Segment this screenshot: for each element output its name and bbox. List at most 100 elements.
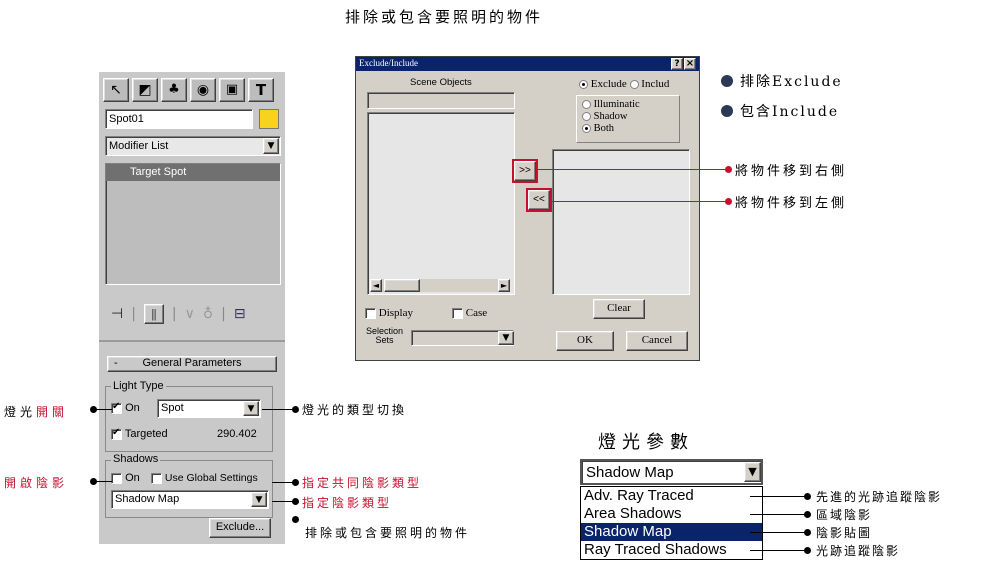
illuminate-mode-options: Illuminatic Shadow Both [582, 99, 640, 135]
shadow-option-item[interactable]: Area Shadows [581, 505, 762, 523]
shadow-type-value: Shadow Map [115, 493, 180, 505]
modify-tab-icon[interactable]: ◩ [132, 78, 158, 102]
exclude-radio[interactable]: Exclude Includ [579, 78, 669, 90]
case-checkbox[interactable]: Case [452, 307, 487, 319]
pointer-dot [804, 529, 811, 536]
shadow-option-item[interactable]: Shadow Map [581, 523, 762, 541]
utilities-tab-icon[interactable]: T [248, 78, 274, 102]
shadow-map-arrow-icon[interactable]: ▼ [744, 462, 761, 482]
use-global-settings-checkbox[interactable]: Use Global Settings [151, 472, 258, 484]
help-icon[interactable]: ? [671, 58, 683, 70]
pointer-dot [725, 198, 732, 205]
both-radio[interactable]: Both [582, 123, 640, 135]
pointer-line [536, 169, 728, 170]
scene-objects-filter-input[interactable] [367, 92, 515, 109]
close-icon[interactable]: × [684, 58, 696, 70]
move-right-annotation: 將物件移到右側 [735, 164, 848, 179]
move-left-annotation: 將物件移到左側 [735, 196, 848, 211]
move-right-button[interactable]: >> [512, 159, 538, 183]
modifier-stack: Target Spot [105, 163, 281, 285]
make-unique-icon[interactable]: ∨ [185, 306, 195, 322]
shadow-option-item[interactable]: Ray Traced Shadows [581, 541, 762, 559]
exclude-annotation: 排除Exclude [740, 74, 843, 90]
targeted-label: Targeted [124, 428, 168, 440]
shadow-option-item[interactable]: Adv. Ray Traced [581, 487, 762, 505]
shadow-type-dropdown[interactable]: Shadow Map [111, 490, 269, 509]
shadow-option-annotation: 陰影貼圖 [816, 526, 873, 540]
exclude-radio-icon [579, 79, 588, 89]
modifier-list-arrow-icon[interactable]: ▼ [263, 138, 279, 154]
shadow-radio[interactable]: Shadow [582, 111, 640, 123]
light-type-group-label: Light Type [111, 380, 166, 392]
light-type-switch-annotation: 燈光的類型切換 [302, 403, 408, 417]
show-end-result-icon[interactable]: ǁ [143, 304, 164, 324]
shadow-on-annotation: 開啟陰影 [4, 476, 69, 490]
include-radio-icon[interactable] [629, 79, 639, 89]
shadow-map-dropdown[interactable]: Shadow Map [580, 459, 763, 485]
bullet-icon [721, 105, 733, 117]
use-global-check-icon [151, 472, 162, 484]
target-distance-value: 290.402 [217, 428, 257, 440]
exclude-button[interactable]: Exclude... [209, 518, 271, 538]
clear-button[interactable]: Clear [593, 299, 645, 319]
exclude-desc-annotation: 排除或包含要照明的物件 [305, 526, 471, 540]
illuminate-radio[interactable]: Illuminatic [582, 99, 640, 111]
light-type-value: Spot [161, 402, 184, 414]
scroll-thumb[interactable] [384, 279, 420, 292]
display-tab-icon[interactable]: ▣ [219, 78, 245, 102]
pointer-dot [292, 498, 299, 505]
collapse-icon: - [114, 357, 118, 369]
scene-objects-label: Scene Objects [410, 77, 472, 88]
shadow-option-annotation: 先進的光跡追蹤陰影 [816, 490, 943, 504]
object-color-swatch[interactable] [259, 109, 279, 129]
pointer-line [272, 482, 294, 483]
pointer-dot [292, 516, 299, 523]
pointer-line [750, 496, 806, 497]
stack-item-target-spot[interactable]: Target Spot [106, 164, 280, 181]
selection-sets-arrow-icon[interactable]: ▼ [498, 331, 514, 345]
shadow-option-annotation: 區域陰影 [816, 508, 873, 522]
pointer-line [750, 532, 806, 533]
shadow-radio-icon [582, 112, 591, 122]
remove-modifier-icon[interactable]: ♁ [203, 306, 213, 322]
pointer-line [96, 481, 112, 482]
shadow-map-selected: Shadow Map [586, 464, 674, 481]
cancel-button[interactable]: Cancel [626, 331, 688, 351]
shadows-on-checkbox[interactable]: On [111, 472, 140, 484]
illuminate-radio-icon [582, 100, 591, 110]
display-checkbox[interactable]: Display [365, 307, 413, 319]
light-type-arrow-icon[interactable]: ▼ [243, 401, 259, 416]
create-tab-icon[interactable]: ↖ [103, 78, 129, 102]
scene-list-scrollbar[interactable]: ◄ ► [370, 279, 510, 292]
scene-objects-list[interactable]: ◄ ► [367, 112, 515, 295]
modifier-list-dropdown[interactable]: Modifier List [105, 136, 281, 156]
hierarchy-tab-icon[interactable]: ♣ [161, 78, 187, 102]
shared-shadow-annotation: 指定共同陰影類型 [302, 476, 423, 490]
object-name-input[interactable]: Spot01 [105, 109, 253, 129]
shadow-options-list: Adv. Ray Traced Area Shadows Shadow Map Ray… [580, 486, 763, 560]
pointer-dot [804, 493, 811, 500]
selection-sets-label: Selection Sets [366, 326, 404, 345]
ok-button[interactable]: OK [556, 331, 614, 351]
motion-tab-icon[interactable]: ◉ [190, 78, 216, 102]
general-parameters-rollout[interactable]: - General Parameters [107, 356, 277, 372]
move-left-button[interactable]: << [526, 188, 552, 212]
configure-sets-icon[interactable]: ⊟ [234, 306, 246, 322]
excluded-objects-list[interactable] [552, 149, 690, 295]
both-radio-icon [582, 124, 591, 134]
light-type-group [105, 386, 273, 452]
command-tabs: ↖ ◩ ♣ ◉ ▣ T [103, 78, 279, 104]
light-on-checkbox[interactable]: On [111, 401, 140, 414]
display-check-icon [365, 307, 376, 319]
targeted-checkbox[interactable]: Targeted [111, 427, 168, 440]
scroll-right-icon[interactable]: ► [498, 279, 510, 292]
pointer-dot [804, 511, 811, 518]
shadow-type-arrow-icon[interactable]: ▼ [251, 492, 267, 507]
shadows-on-check-icon [111, 472, 122, 484]
pin-stack-icon[interactable]: ⊣ [111, 306, 123, 322]
pointer-line [96, 409, 112, 410]
pointer-dot [725, 166, 732, 173]
shadows-group [105, 460, 273, 518]
shadow-option-annotation: 光跡追蹤陰影 [816, 544, 901, 558]
scroll-left-icon[interactable]: ◄ [370, 279, 382, 292]
